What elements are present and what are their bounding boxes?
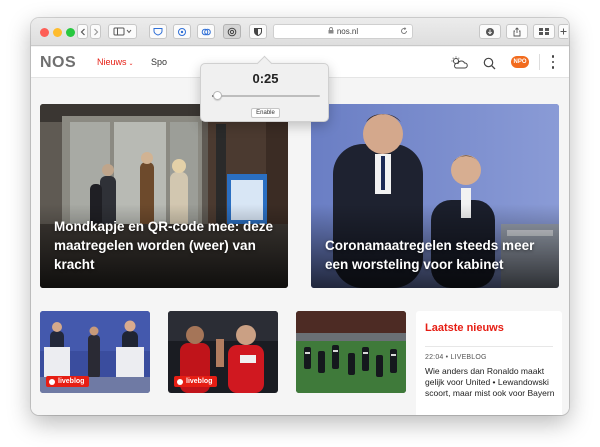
weather-button[interactable]	[450, 54, 468, 72]
address-bar[interactable]: nos.nl	[273, 24, 413, 39]
share-icon	[513, 26, 521, 36]
chevron-left-icon	[80, 28, 85, 35]
badge-label: liveblog	[58, 378, 85, 385]
shield-check-icon	[153, 28, 163, 36]
hero-article-coronamaatregelen[interactable]: Coronamaatregelen steeds meer een worste…	[311, 104, 559, 288]
share-button[interactable]	[506, 24, 528, 39]
article-card-press[interactable]: liveblog	[40, 311, 150, 393]
weather-cloud-sun-icon	[451, 56, 468, 69]
minimize-window-button[interactable]	[53, 28, 62, 37]
nav-item-label: Nieuws	[97, 57, 127, 67]
divider	[425, 346, 553, 347]
browser-window: nos.nl NOS Nieuws ⌄ Spo NPO Mondkapje en…	[31, 18, 569, 415]
dot-icon	[551, 60, 555, 64]
timer-slider-track[interactable]	[212, 95, 320, 97]
back-button[interactable]	[77, 24, 88, 39]
article-card-police[interactable]	[296, 311, 406, 393]
card-photo-police-stadium	[296, 311, 406, 393]
liveblog-badge: liveblog	[174, 376, 218, 387]
header-divider	[539, 54, 540, 70]
hero-title: Mondkapje en QR-code mee: deze maatregel…	[54, 219, 274, 272]
sidebar-icon	[113, 27, 131, 36]
half-shield-icon	[254, 27, 262, 36]
nav-item-sport[interactable]: Spo	[151, 57, 167, 67]
new-tab-button[interactable]	[558, 24, 568, 39]
extension-translate-button[interactable]	[197, 24, 215, 39]
extension-contrast-button[interactable]	[249, 24, 267, 39]
timer-icon	[227, 27, 237, 36]
dot-icon	[551, 66, 555, 69]
browser-toolbar: nos.nl	[31, 18, 569, 46]
search-icon	[483, 57, 495, 69]
more-menu-button[interactable]	[549, 54, 557, 70]
liveblog-badge: liveblog	[46, 376, 90, 387]
extension-tracker-button[interactable]	[173, 24, 191, 39]
timer-display: 0:25	[252, 71, 279, 86]
tabs-grid-icon	[539, 28, 549, 35]
plus-icon	[560, 28, 567, 35]
badge-label: liveblog	[186, 378, 213, 385]
reload-icon[interactable]	[400, 27, 408, 37]
article-card-football[interactable]: liveblog	[168, 311, 278, 393]
extension-shield-button[interactable]	[149, 24, 167, 39]
url-text: nos.nl	[336, 27, 359, 36]
hero-title: Coronamaatregelen steeds meer een worste…	[325, 238, 535, 272]
sidebar-toggle-button[interactable]	[108, 24, 137, 39]
chevron-right-icon	[93, 28, 98, 35]
nav-item-nieuws[interactable]: Nieuws ⌄	[97, 57, 134, 67]
hero-article-mondkapje[interactable]: Mondkapje en QR-code mee: deze maatregel…	[40, 104, 288, 288]
timer-extension-popover: 0:25 Enable	[200, 63, 329, 122]
tracker-icon	[178, 27, 186, 36]
timer-slider-knob[interactable]	[212, 91, 222, 100]
live-dot-icon	[49, 378, 55, 385]
downloads-button[interactable]	[479, 24, 501, 39]
dot-icon	[551, 55, 555, 58]
search-button[interactable]	[480, 54, 498, 72]
lock-icon	[328, 27, 334, 36]
latest-news-panel: Laatste nieuws 22:04 • LIVEBLOG Wie ande…	[416, 311, 562, 415]
download-icon	[486, 27, 494, 36]
enable-button[interactable]: Enable	[251, 108, 280, 118]
tab-overview-button[interactable]	[533, 24, 555, 39]
translate-icon	[201, 28, 211, 35]
close-window-button[interactable]	[40, 28, 49, 37]
news-item-headline[interactable]: Wie anders dan Ronaldo maakt gelijk voor…	[425, 366, 555, 399]
news-item-time: 22:04 • LIVEBLOG	[425, 354, 487, 361]
chevron-down-icon: ⌄	[128, 61, 134, 67]
forward-button[interactable]	[90, 24, 101, 39]
zoom-window-button[interactable]	[66, 28, 75, 37]
live-dot-icon	[177, 378, 183, 385]
npo-logo[interactable]: NPO	[511, 56, 529, 68]
nos-logo[interactable]: NOS	[40, 54, 76, 72]
extension-timer-button[interactable]	[223, 24, 241, 39]
latest-news-title: Laatste nieuws	[425, 322, 504, 334]
